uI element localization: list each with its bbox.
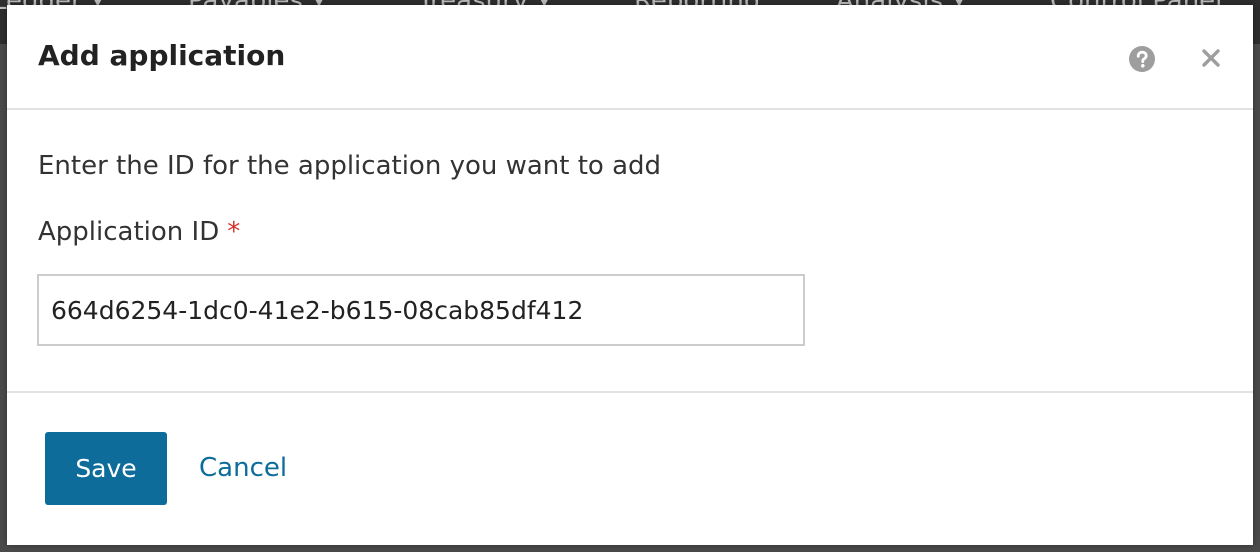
application-id-input[interactable] (37, 274, 805, 346)
add-application-dialog: Add application Enter the ID for the app… (7, 5, 1253, 545)
save-button[interactable]: Save (45, 432, 167, 505)
cancel-link[interactable]: Cancel (199, 453, 287, 483)
help-circle-icon[interactable] (1128, 45, 1156, 73)
application-id-label: Application ID * (38, 217, 240, 247)
dialog-title: Add application (38, 39, 286, 72)
dialog-footer: Save Cancel (7, 393, 1253, 545)
close-icon[interactable] (1199, 46, 1223, 70)
dialog-body: Enter the ID for the application you wan… (7, 110, 1253, 393)
dialog-header: Add application (7, 5, 1253, 110)
instructions-text: Enter the ID for the application you wan… (38, 151, 662, 181)
required-marker: * (227, 217, 241, 247)
application-id-label-text: Application ID (38, 217, 220, 247)
